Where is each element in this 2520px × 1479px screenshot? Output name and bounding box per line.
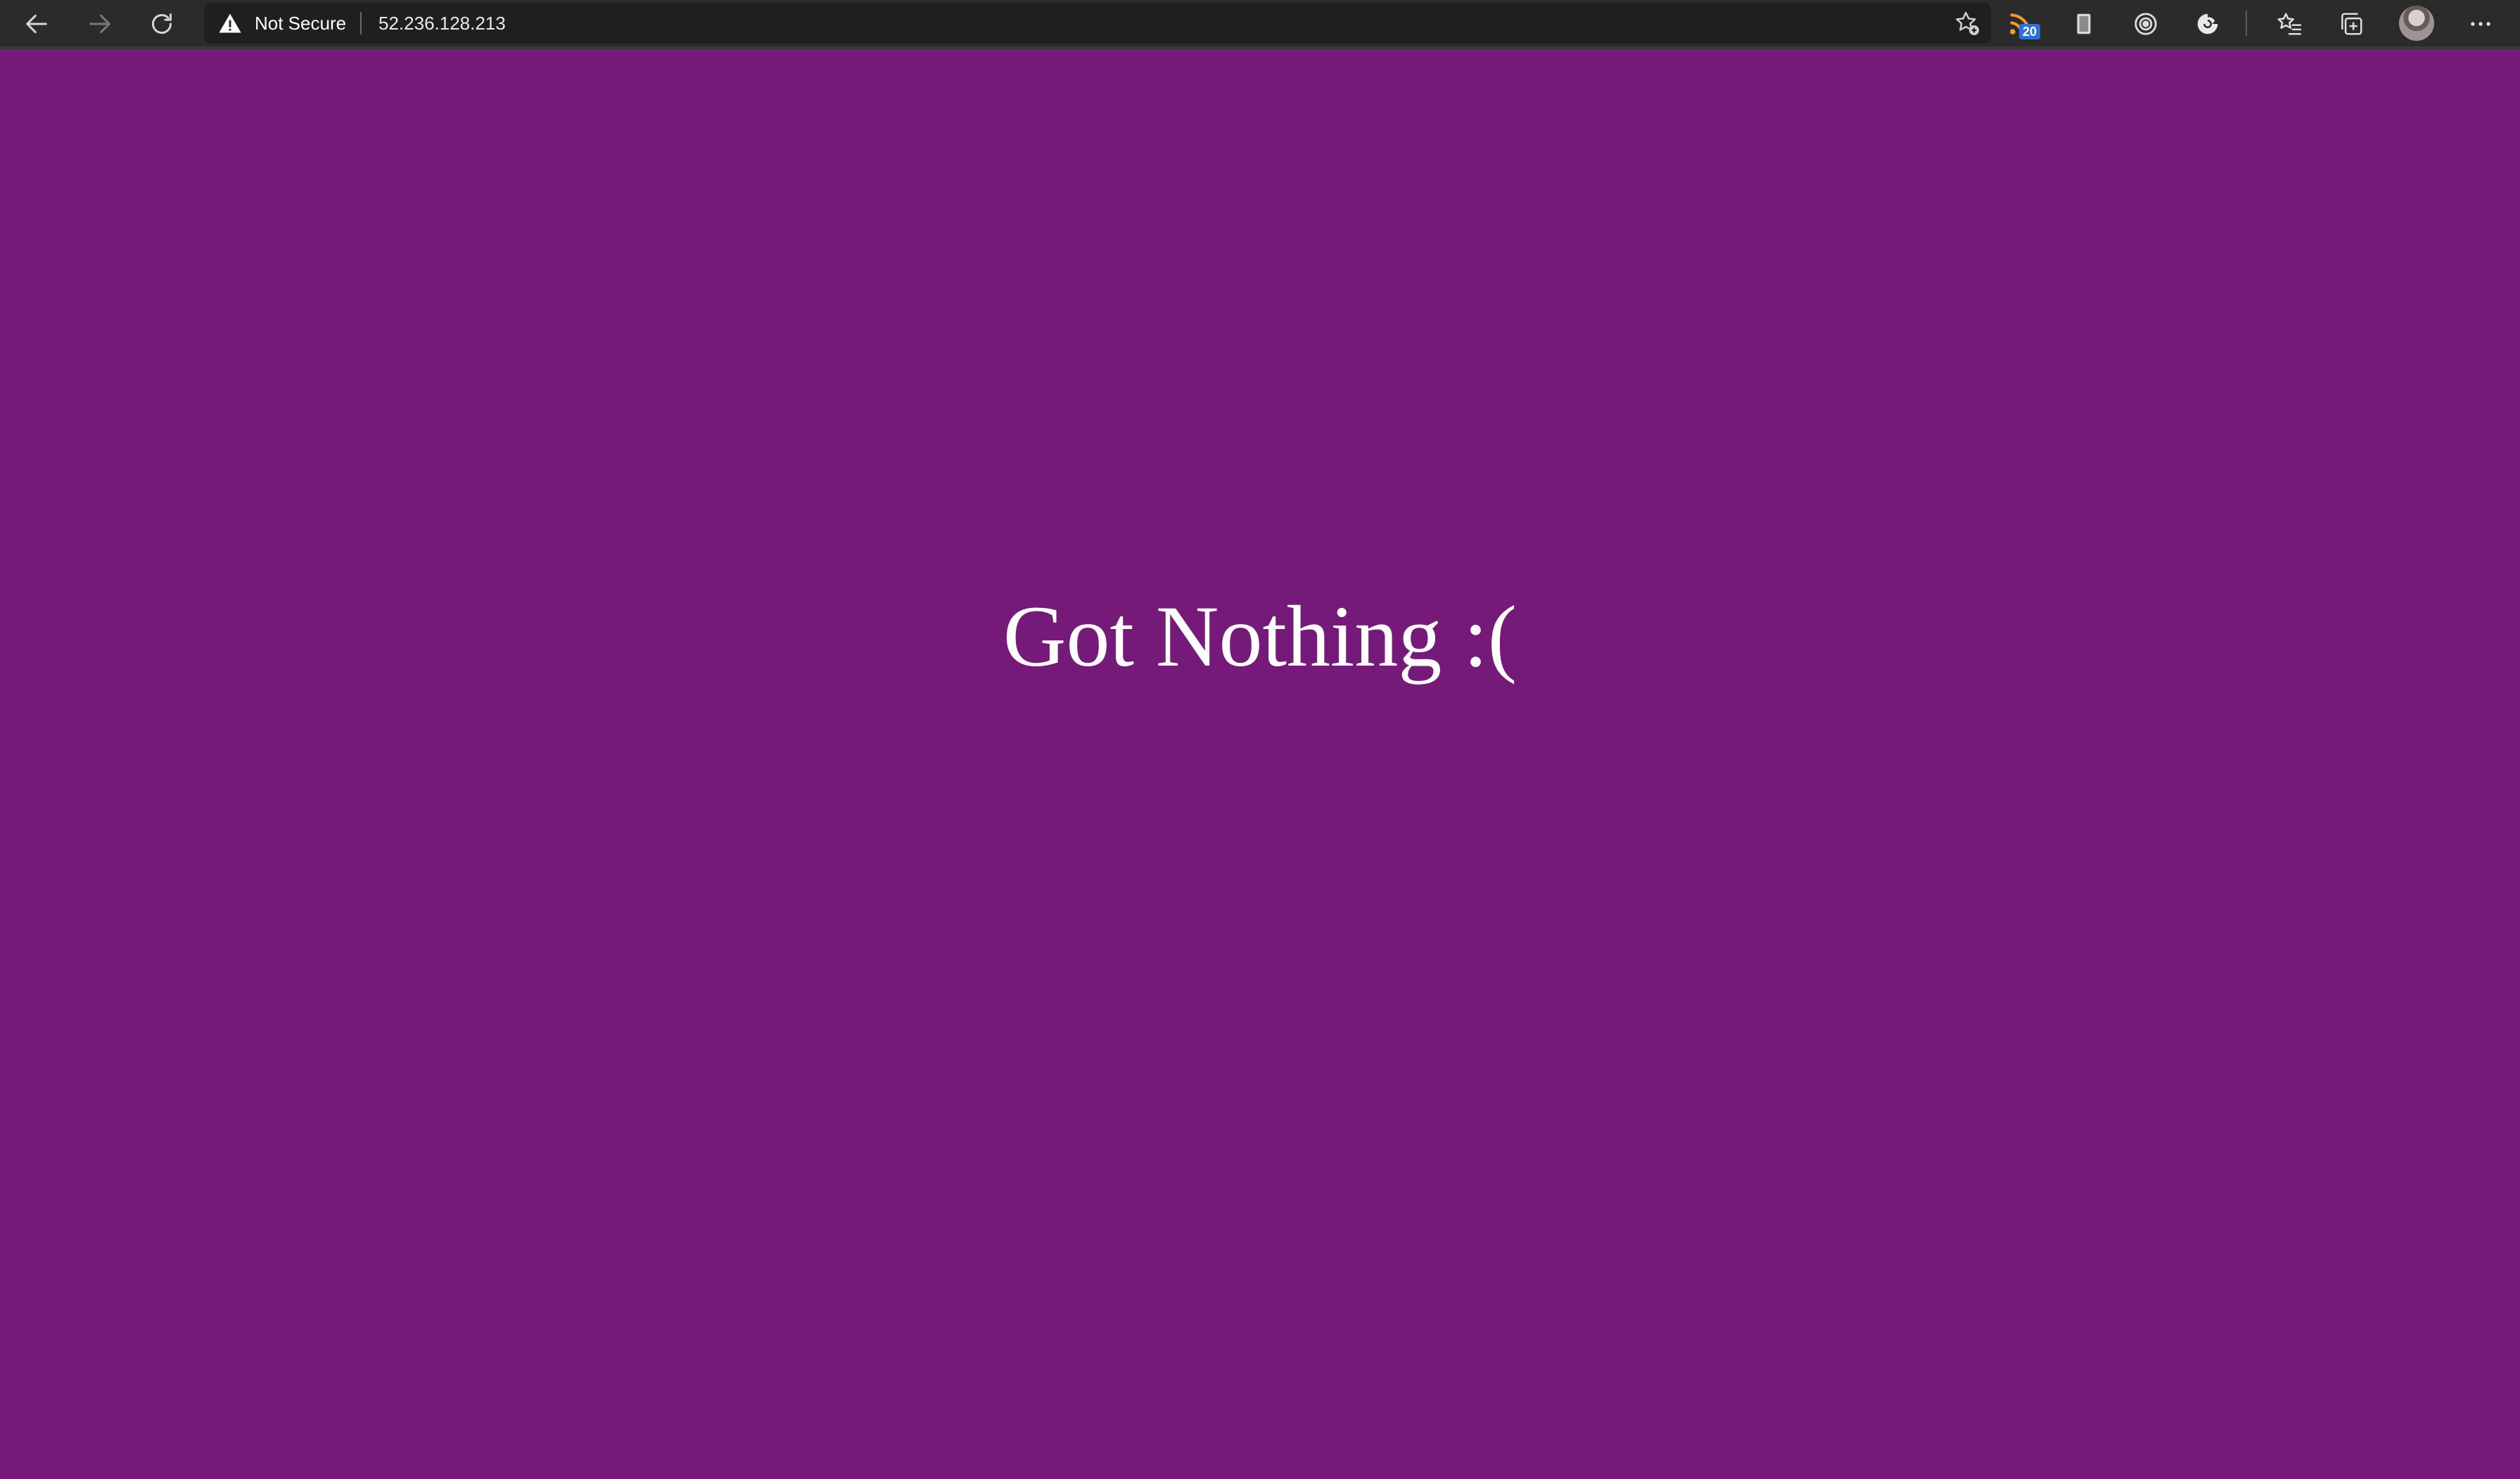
rss-extension-button[interactable]: 20 (2002, 6, 2040, 42)
reload-icon (152, 13, 172, 34)
forward-arrow-icon (89, 14, 110, 34)
profile-avatar[interactable] (2399, 6, 2434, 41)
extension-button-4[interactable] (2189, 6, 2226, 42)
extension-button-2[interactable] (2066, 6, 2102, 42)
star-plus-icon[interactable] (1953, 9, 1981, 37)
favorites-button[interactable] (2271, 6, 2308, 42)
toolbar-separator (2246, 11, 2247, 36)
reload-button[interactable] (144, 6, 180, 42)
collections-icon (2341, 13, 2362, 35)
back-button[interactable] (18, 6, 55, 42)
bookmark-icon (2077, 13, 2091, 34)
browser-window: Not Secure 52.236.128.213 20 Got Nothing… (0, 0, 2520, 1479)
address-bar[interactable]: Not Secure 52.236.128.213 (204, 3, 1991, 44)
rss-badge-count: 20 (2019, 24, 2040, 39)
extension-button-3[interactable] (2127, 6, 2164, 42)
favorites-list-icon (2277, 13, 2302, 35)
more-options-icon (2471, 22, 2490, 26)
more-options-button[interactable] (2462, 6, 2499, 42)
address-divider (360, 12, 362, 34)
page-content: Got Nothing :( (0, 49, 2520, 1479)
target-icon (2134, 13, 2157, 35)
page-message: Got Nothing :( (1003, 588, 1517, 685)
forward-button[interactable] (82, 6, 118, 42)
warning-triangle-icon[interactable] (218, 11, 242, 35)
browser-toolbar: Not Secure 52.236.128.213 20 (0, 0, 2520, 49)
extension-undo-icon (2197, 13, 2218, 34)
collections-button[interactable] (2333, 6, 2369, 42)
url-text[interactable]: 52.236.128.213 (378, 3, 506, 44)
back-arrow-icon (26, 14, 47, 34)
security-status-label[interactable]: Not Secure (255, 3, 346, 44)
